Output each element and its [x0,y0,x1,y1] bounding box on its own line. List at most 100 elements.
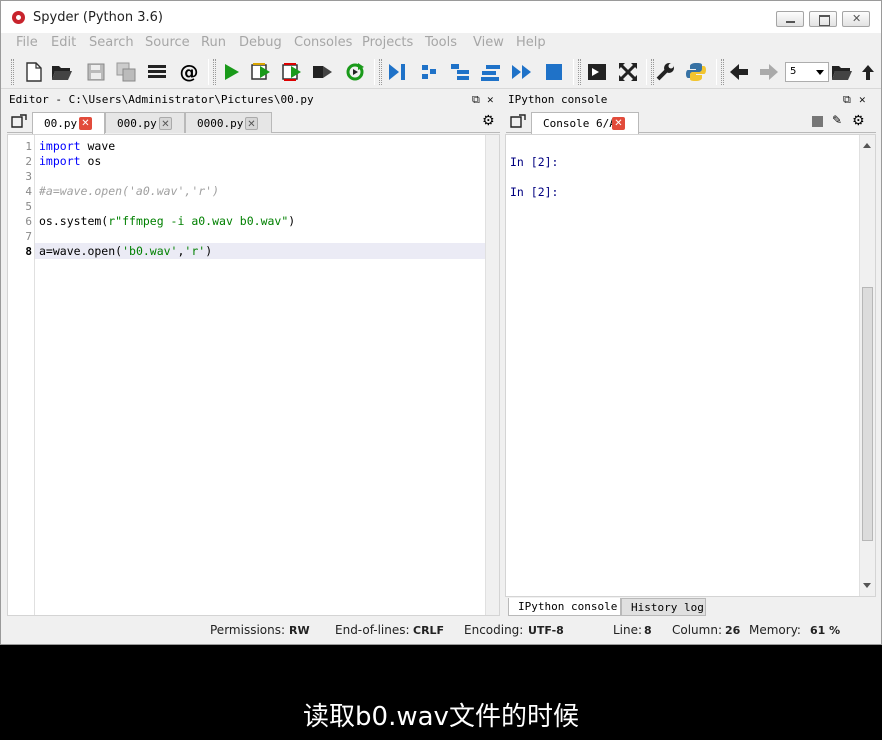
working-directory-select[interactable]: 5 [785,62,829,82]
menu-debug[interactable]: Debug [239,35,282,50]
close-window-button[interactable] [842,11,870,27]
ipython-console[interactable]: In [2]: In [2]: [505,134,876,597]
undock-console-icon[interactable]: ⧉ [843,93,851,107]
maximize-button[interactable] [809,11,837,27]
toolbar-grip[interactable] [578,59,581,85]
console-scrollbar[interactable] [859,135,875,596]
maximize-pane-icon[interactable] [586,61,608,83]
code-text[interactable]: import wave import os #a=wave.open('a0.w… [39,135,485,615]
browse-directory-icon[interactable] [831,61,853,83]
keyword: import [39,154,81,168]
back-arrow-icon[interactable] [728,61,750,83]
scrollbar-thumb[interactable] [862,287,873,541]
editor-scrollbar[interactable] [485,135,499,615]
run-cell-advance-icon[interactable] [282,61,304,83]
tab-console-6a[interactable]: Console 6/A ✕ [531,112,639,134]
menu-file[interactable]: File [16,35,38,50]
save-file-icon[interactable] [85,61,107,83]
close-tab-icon[interactable]: ✕ [79,117,92,130]
tab-000-py[interactable]: 000.py ✕ [105,112,185,133]
current-line-number: 8 [25,245,32,258]
file-list-icon[interactable] [146,61,168,83]
line-number-gutter: 1 2 3 4 5 6 7 8 [8,135,35,615]
toolbar-grip[interactable] [11,59,14,85]
console-pane-title: IPython console ⧉ ✕ [506,90,876,109]
toolbar-grip[interactable] [379,59,382,85]
spyder-window: Spyder (Python 3.6) File Edit Search Sou… [0,0,882,645]
preferences-wrench-icon[interactable] [654,61,676,83]
menu-edit[interactable]: Edit [51,35,76,50]
step-into-icon[interactable] [449,61,471,83]
menu-view[interactable]: View [473,35,504,50]
tab-history-log[interactable]: History log [621,598,706,616]
code-line: a=wave.open('b0.wav','r') [39,244,212,259]
toolbar-separator [573,59,574,85]
run-icon[interactable] [220,61,242,83]
forward-arrow-icon[interactable] [758,61,780,83]
editor-options-gear-icon[interactable]: ⚙ [482,113,495,129]
toolbar-grip[interactable] [213,59,216,85]
tab-label: Console 6/A [543,117,616,130]
close-tab-icon[interactable]: ✕ [612,117,625,130]
code-token: wave [80,139,116,153]
python-path-icon[interactable] [685,61,707,83]
step-icon[interactable] [418,61,440,83]
bottom-tab-label: History log [631,601,704,614]
parent-directory-icon[interactable] [857,61,879,83]
minimize-button[interactable] [776,11,804,27]
code-token: os.system( [39,214,109,228]
run-selection-icon[interactable] [312,61,334,83]
step-return-icon[interactable] [480,61,502,83]
stop-kernel-icon[interactable] [812,116,823,127]
scroll-down-arrow-icon[interactable] [863,583,871,592]
open-file-icon[interactable] [51,61,73,83]
new-file-icon[interactable] [23,61,45,83]
close-tab-icon[interactable]: ✕ [245,117,258,130]
tab-ipython-console[interactable]: IPython console [508,598,621,616]
save-all-icon[interactable] [115,61,137,83]
clear-console-eraser-icon[interactable]: ✎ [832,113,842,127]
code-token: os [80,154,102,168]
close-editor-pane-icon[interactable]: ✕ [487,93,494,106]
email-at-icon[interactable]: @ [178,61,200,83]
line-number: 1 [25,140,32,153]
menu-help[interactable]: Help [516,35,546,50]
editor-tabstrip: 00.py ✕ 000.py ✕ 0000.py ✕ ⚙ [7,109,500,134]
eol-value: CRLF [413,624,445,637]
menu-projects[interactable]: Projects [362,35,413,50]
code-line: import os [39,154,101,169]
continue-icon[interactable] [511,61,533,83]
close-console-pane-icon[interactable]: ✕ [859,93,866,106]
debug-icon[interactable] [386,61,408,83]
tab-00-py[interactable]: 00.py ✕ [32,112,105,134]
menu-run[interactable]: Run [201,35,226,50]
menu-consoles[interactable]: Consoles [294,35,352,50]
menu-source[interactable]: Source [145,35,190,50]
browse-tabs-icon[interactable] [510,114,526,131]
tab-label: 00.py [44,117,78,130]
tab-label: 000.py [117,117,157,130]
code-line: import wave [39,139,115,154]
rerun-icon[interactable] [344,61,366,83]
tab-0000-py[interactable]: 0000.py ✕ [185,112,272,133]
string-literal: r"ffmpeg -i a0.wav b0.wav" [108,214,289,228]
line-label: Line: [613,623,643,637]
spyder-logo-icon [12,11,25,24]
fullscreen-icon[interactable] [617,61,639,83]
toolbar-grip[interactable] [721,59,724,85]
column-label: Column: [672,623,722,637]
code-token: ) [288,214,296,228]
menu-tools[interactable]: Tools [425,35,457,50]
console-options-gear-icon[interactable]: ⚙ [852,113,865,129]
close-tab-icon[interactable]: ✕ [159,117,172,130]
browse-tabs-icon[interactable] [11,114,27,131]
menu-search[interactable]: Search [89,35,134,50]
run-cell-icon[interactable] [251,61,273,83]
scroll-up-arrow-icon[interactable] [863,139,871,148]
code-editor[interactable]: 1 2 3 4 5 6 7 8 import wave import os #a… [7,134,500,616]
undock-editor-icon[interactable]: ⧉ [472,93,480,107]
menu-bar: File Edit Search Source Run Debug Consol… [1,33,881,53]
stop-debug-icon[interactable] [543,61,565,83]
toolbar-separator [374,59,375,85]
encoding-value: UTF-8 [528,624,564,637]
